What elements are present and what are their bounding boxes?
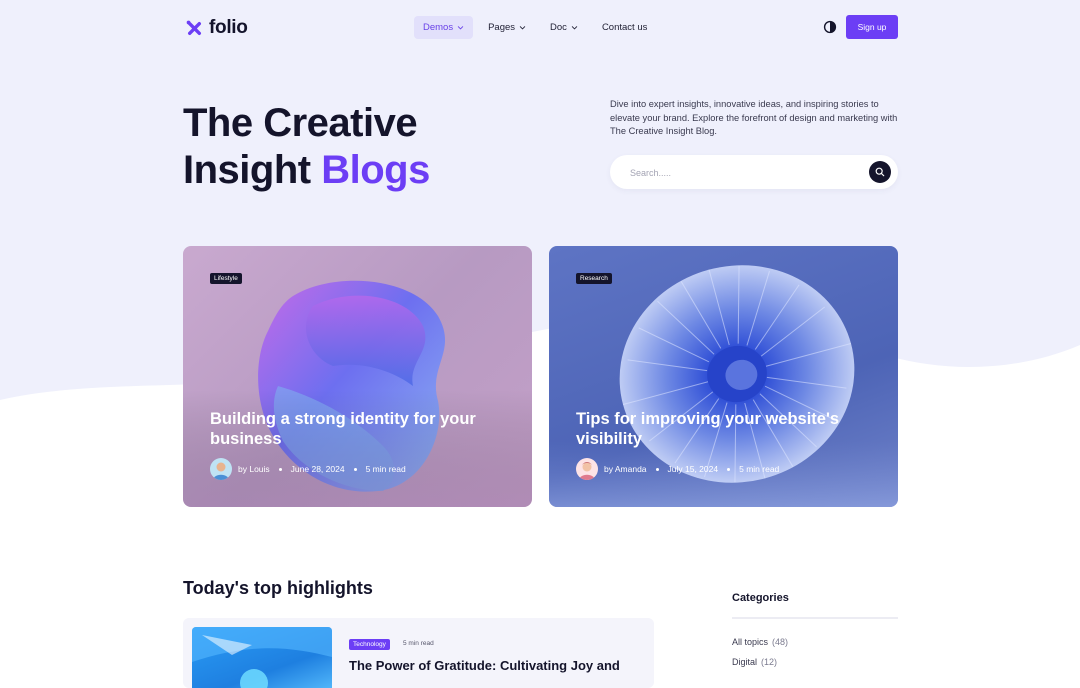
categories-list: All topics (48) Digital (12) <box>732 632 788 672</box>
author-name[interactable]: by Louis <box>238 464 270 474</box>
logo-text: folio <box>209 17 248 38</box>
category-tag[interactable]: Lifestyle <box>210 273 242 284</box>
featured-card[interactable]: Lifestyle Building a strong identity for… <box>183 246 532 507</box>
read-time: 5 min read <box>365 464 406 474</box>
author-name[interactable]: by Amanda <box>604 464 647 474</box>
nav-item-pages[interactable]: Pages <box>479 16 535 39</box>
hero-title: The Creative Insight Blogs <box>183 100 430 194</box>
read-time: 5 min read <box>739 464 780 474</box>
author-avatar <box>576 458 598 480</box>
nav-item-label: Demos <box>423 22 454 33</box>
nav-item-doc[interactable]: Doc <box>541 16 587 39</box>
highlights-heading: Today's top highlights <box>183 578 373 598</box>
separator-dot <box>727 467 731 471</box>
post-date: June 28, 2024 <box>290 464 345 474</box>
hero-background <box>0 0 1080 400</box>
divider <box>732 617 898 619</box>
category-count: (48) <box>772 637 789 647</box>
card-meta: by Louis June 28, 2024 5 min read <box>210 458 406 480</box>
category-item[interactable]: All topics (48) <box>732 632 788 652</box>
post-thumbnail <box>192 627 332 688</box>
category-item[interactable]: Digital (12) <box>732 652 788 672</box>
hero-title-line1: The Creative <box>183 101 418 145</box>
category-name: All topics <box>732 637 769 647</box>
contrast-icon[interactable] <box>823 20 837 34</box>
nav-item-label: Doc <box>550 22 567 33</box>
category-tag[interactable]: Technology <box>349 639 390 650</box>
hero-title-line2: Insight <box>183 148 322 192</box>
search-bar <box>610 155 898 189</box>
separator-dot <box>353 467 357 471</box>
nav-item-label: Contact us <box>601 22 648 33</box>
post-date: July 15, 2024 <box>667 464 719 474</box>
read-time: 5 min read <box>403 640 434 647</box>
chevron-down-icon <box>457 26 464 30</box>
logo-mark-icon <box>186 20 202 35</box>
signup-button[interactable]: Sign up <box>846 15 898 39</box>
search-icon <box>875 167 885 177</box>
logo[interactable]: folio <box>186 17 248 39</box>
author-avatar <box>210 458 232 480</box>
card-meta: by Amanda July 15, 2024 5 min read <box>576 458 779 480</box>
card-title[interactable]: Tips for improving your website's visibi… <box>576 409 876 449</box>
hero-title-accent: Blogs <box>321 148 430 192</box>
highlight-post-card[interactable]: Technology 5 min read The Power of Grati… <box>183 618 654 688</box>
category-count: (12) <box>761 657 778 667</box>
main-nav: Demos Pages Doc Contact us <box>414 16 656 39</box>
search-input[interactable] <box>628 164 852 182</box>
nav-item-demos[interactable]: Demos <box>414 16 474 39</box>
separator-dot <box>655 467 659 471</box>
card-title[interactable]: Building a strong identity for your busi… <box>210 409 510 449</box>
featured-card[interactable]: Research Tips for improving your website… <box>549 246 898 507</box>
post-title[interactable]: The Power of Gratitude: Cultivating Joy … <box>349 658 620 673</box>
hero-description: Dive into expert insights, innovative id… <box>610 99 898 136</box>
categories-heading: Categories <box>732 592 789 604</box>
category-tag[interactable]: Research <box>576 273 612 284</box>
chevron-down-icon <box>519 26 526 30</box>
nav-item-label: Pages <box>488 22 516 33</box>
category-name: Digital <box>732 657 758 667</box>
chevron-down-icon <box>571 26 578 30</box>
nav-item-contact[interactable]: Contact us <box>593 16 656 39</box>
search-button[interactable] <box>869 161 891 183</box>
separator-dot <box>278 467 282 471</box>
